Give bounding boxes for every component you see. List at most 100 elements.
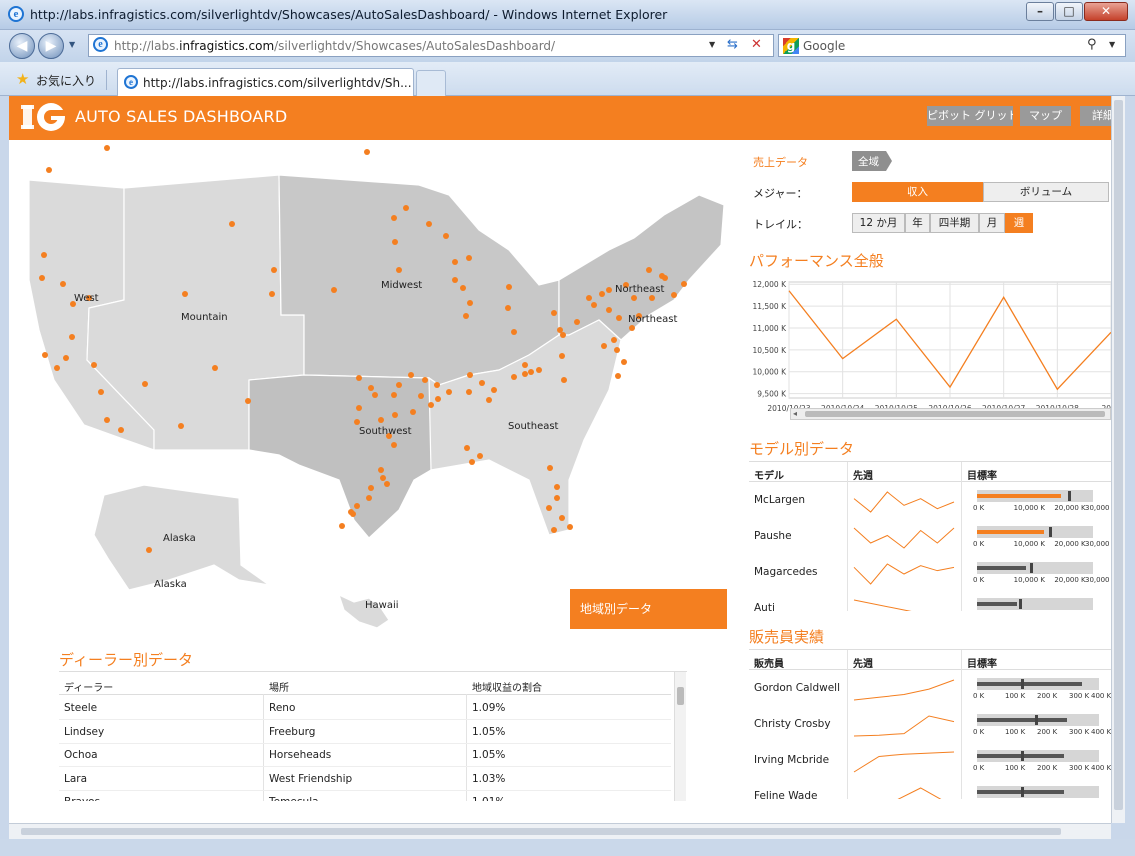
dealer-cell[interactable]: 1.03% bbox=[472, 773, 505, 785]
dealer-location-dot[interactable] bbox=[559, 515, 565, 521]
dealer-cell[interactable]: Bravos bbox=[64, 796, 100, 801]
dealer-location-dot[interactable] bbox=[42, 352, 48, 358]
model-row-name[interactable]: Paushe bbox=[754, 530, 792, 542]
dealer-cell[interactable]: 1.01% bbox=[472, 796, 505, 801]
search-box[interactable]: g Google ⚲ ▼ bbox=[778, 34, 1126, 57]
model-row-name[interactable]: McLargen bbox=[754, 494, 805, 506]
dealer-location-dot[interactable] bbox=[546, 505, 552, 511]
dealer-location-dot[interactable] bbox=[428, 402, 434, 408]
dealer-location-dot[interactable] bbox=[98, 389, 104, 395]
dealer-cell[interactable]: Ochoa bbox=[64, 749, 98, 761]
dealer-col-header[interactable]: 地域収益の割合 bbox=[472, 679, 542, 694]
dealer-location-dot[interactable] bbox=[536, 367, 542, 373]
dealer-location-dot[interactable] bbox=[621, 359, 627, 365]
dealer-location-dot[interactable] bbox=[41, 252, 47, 258]
dealer-location-dot[interactable] bbox=[486, 397, 492, 403]
dealer-cell[interactable]: Steele bbox=[64, 702, 97, 714]
trail-month-button[interactable]: 月 bbox=[979, 213, 1005, 233]
details-button[interactable]: 詳細 bbox=[1080, 106, 1111, 126]
performance-scroll-thumb[interactable] bbox=[805, 411, 1105, 417]
dealer-cell[interactable]: Lara bbox=[64, 773, 87, 785]
dealer-location-dot[interactable] bbox=[446, 389, 452, 395]
dealer-location-dot[interactable] bbox=[466, 255, 472, 261]
dealer-location-dot[interactable] bbox=[586, 295, 592, 301]
trail-quarter-button[interactable]: 四半期 bbox=[930, 213, 979, 233]
browser-tab[interactable]: e http://labs.infragistics.com/silverlig… bbox=[117, 68, 414, 96]
dealer-location-dot[interactable] bbox=[557, 327, 563, 333]
dealer-location-dot[interactable] bbox=[443, 233, 449, 239]
dealer-col-header[interactable]: 場所 bbox=[269, 679, 289, 694]
dealer-location-dot[interactable] bbox=[146, 547, 152, 553]
dealer-location-dot[interactable] bbox=[615, 373, 621, 379]
dealer-location-dot[interactable] bbox=[547, 465, 553, 471]
dealer-location-dot[interactable] bbox=[391, 442, 397, 448]
page-horizontal-scrollbar[interactable] bbox=[9, 823, 1111, 839]
dealer-cell[interactable]: Lindsey bbox=[64, 726, 104, 738]
window-titlebar[interactable]: e http://labs.infragistics.com/silverlig… bbox=[0, 0, 1135, 30]
dealer-location-dot[interactable] bbox=[477, 453, 483, 459]
dealer-location-dot[interactable] bbox=[392, 412, 398, 418]
dealer-location-dot[interactable] bbox=[606, 307, 612, 313]
model-row-name[interactable]: Auti bbox=[754, 602, 775, 611]
dealer-location-dot[interactable] bbox=[574, 319, 580, 325]
dealer-location-dot[interactable] bbox=[142, 381, 148, 387]
dealer-location-dot[interactable] bbox=[452, 259, 458, 265]
page-vscroll-thumb[interactable] bbox=[1114, 100, 1123, 810]
page-vertical-scrollbar[interactable] bbox=[1111, 96, 1125, 823]
close-button[interactable]: ✕ bbox=[1084, 2, 1128, 21]
breadcrumb[interactable]: 全域 bbox=[852, 151, 892, 171]
dealer-location-dot[interactable] bbox=[467, 300, 473, 306]
dealer-location-dot[interactable] bbox=[452, 277, 458, 283]
measure-revenue-button[interactable]: 収入 bbox=[852, 182, 983, 202]
dealer-location-dot[interactable] bbox=[91, 362, 97, 368]
dealer-location-dot[interactable] bbox=[629, 325, 635, 331]
dealer-location-dot[interactable] bbox=[435, 396, 441, 402]
dealer-location-dot[interactable] bbox=[60, 281, 66, 287]
dealer-location-dot[interactable] bbox=[599, 291, 605, 297]
dealer-location-dot[interactable] bbox=[104, 145, 110, 151]
scroll-left-icon[interactable]: ◂ bbox=[793, 409, 797, 418]
dealer-location-dot[interactable] bbox=[269, 291, 275, 297]
dealer-cell[interactable]: 1.05% bbox=[472, 726, 505, 738]
dealer-location-dot[interactable] bbox=[464, 445, 470, 451]
dealer-cell[interactable]: Freeburg bbox=[269, 726, 315, 738]
search-dropdown-icon[interactable]: ▼ bbox=[1109, 40, 1115, 49]
dealer-location-dot[interactable] bbox=[561, 377, 567, 383]
dealer-scroll-thumb[interactable] bbox=[677, 687, 684, 705]
dealer-location-dot[interactable] bbox=[554, 495, 560, 501]
back-button[interactable]: ◀ bbox=[9, 33, 35, 59]
search-icon[interactable]: ⚲ bbox=[1087, 37, 1097, 52]
dealer-location-dot[interactable] bbox=[391, 215, 397, 221]
address-bar[interactable]: e http://labs.infragistics.com/silverlig… bbox=[88, 34, 774, 57]
dealer-location-dot[interactable] bbox=[616, 315, 622, 321]
map-button[interactable]: マップ bbox=[1020, 106, 1071, 126]
dealer-location-dot[interactable] bbox=[479, 380, 485, 386]
dealer-location-dot[interactable] bbox=[422, 377, 428, 383]
dealer-location-dot[interactable] bbox=[560, 332, 566, 338]
dealer-location-dot[interactable] bbox=[368, 485, 374, 491]
trail-year-button[interactable]: 年 bbox=[905, 213, 930, 233]
dealer-location-dot[interactable] bbox=[364, 149, 370, 155]
dealer-location-dot[interactable] bbox=[611, 337, 617, 343]
dealer-location-dot[interactable] bbox=[418, 393, 424, 399]
refresh-icon[interactable]: ⇆ bbox=[727, 37, 738, 52]
salesperson-row-name[interactable]: Irving Mcbride bbox=[754, 754, 829, 766]
dealer-location-dot[interactable] bbox=[505, 305, 511, 311]
dealer-location-dot[interactable] bbox=[356, 405, 362, 411]
dealer-location-dot[interactable] bbox=[466, 389, 472, 395]
dealer-location-dot[interactable] bbox=[511, 329, 517, 335]
dealer-location-dot[interactable] bbox=[506, 284, 512, 290]
dealer-location-dot[interactable] bbox=[426, 221, 432, 227]
favorites-star-icon[interactable]: ★ bbox=[16, 70, 29, 88]
address-url[interactable]: http://labs.infragistics.com/silverlight… bbox=[114, 39, 555, 53]
pivot-grid-button[interactable]: ピボット グリッド bbox=[927, 106, 1013, 126]
dealer-location-dot[interactable] bbox=[601, 343, 607, 349]
dealer-cell[interactable]: 1.09% bbox=[472, 702, 505, 714]
dealer-location-dot[interactable] bbox=[434, 382, 440, 388]
dealer-location-dot[interactable] bbox=[646, 267, 652, 273]
dealer-location-dot[interactable] bbox=[403, 205, 409, 211]
address-dropdown-icon[interactable]: ▼ bbox=[709, 40, 715, 49]
dealer-location-dot[interactable] bbox=[46, 167, 52, 173]
dealer-location-dot[interactable] bbox=[671, 292, 677, 298]
dealer-location-dot[interactable] bbox=[356, 375, 362, 381]
